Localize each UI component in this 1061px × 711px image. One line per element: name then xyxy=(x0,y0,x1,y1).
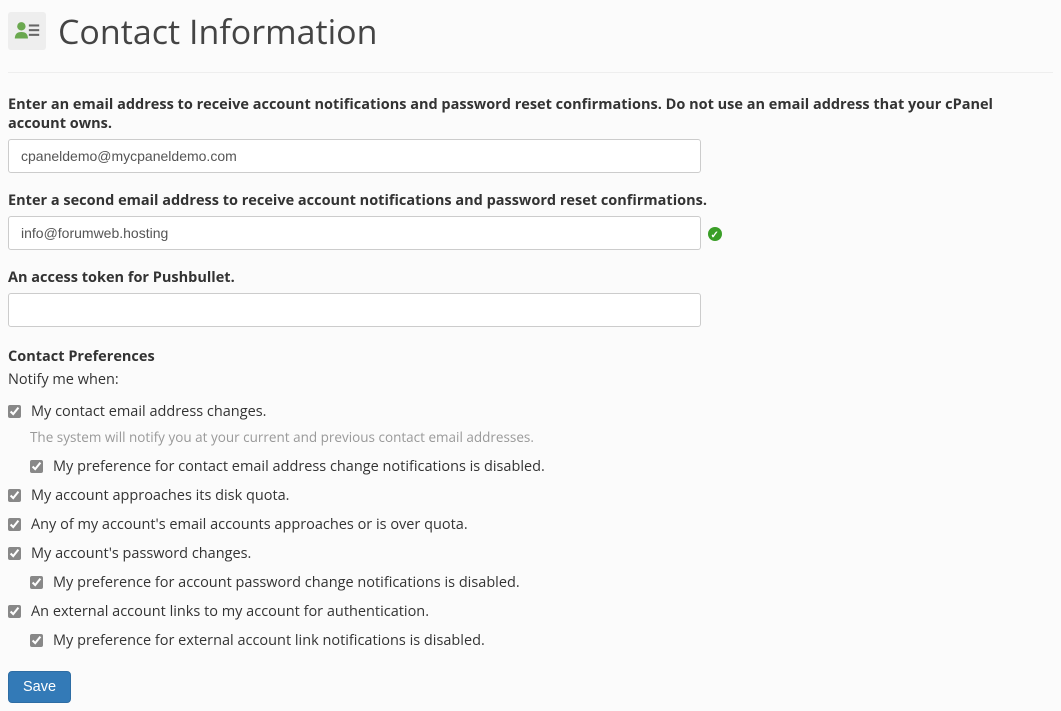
pref-item: My account's password changes. xyxy=(8,539,1053,568)
pref-label: Any of my account's email accounts appro… xyxy=(31,515,468,534)
pref-subitem: My preference for external account link … xyxy=(8,626,1053,655)
pref-item: Any of my account's email accounts appro… xyxy=(8,510,1053,539)
contact-icon xyxy=(8,12,46,50)
preferences-list: My contact email address changes. The sys… xyxy=(8,397,1053,655)
pref-checkbox[interactable] xyxy=(8,547,21,560)
pref-label: My account's password changes. xyxy=(31,544,251,563)
email1-label: Enter an email address to receive accoun… xyxy=(8,95,1053,133)
save-button[interactable]: Save xyxy=(8,671,71,703)
pref-checkbox[interactable] xyxy=(8,489,21,502)
pref-checkbox[interactable] xyxy=(8,605,21,618)
pref-item: An external account links to my account … xyxy=(8,597,1053,626)
pref-label: An external account links to my account … xyxy=(31,602,429,621)
pref-checkbox[interactable] xyxy=(8,405,21,418)
email1-group: Enter an email address to receive accoun… xyxy=(8,95,1053,173)
valid-check-icon xyxy=(708,227,722,241)
pref-sub-checkbox[interactable] xyxy=(30,576,43,589)
pushbullet-label: An access token for Pushbullet. xyxy=(8,268,1053,287)
page-title: Contact Information xyxy=(58,8,377,54)
pref-sub-checkbox[interactable] xyxy=(30,460,43,473)
email2-input[interactable] xyxy=(8,216,701,250)
pref-sub-checkbox[interactable] xyxy=(30,634,43,647)
pref-sub-label: My preference for contact email address … xyxy=(53,457,545,476)
email2-label: Enter a second email address to receive … xyxy=(8,191,1053,210)
pref-helper-text: The system will notify you at your curre… xyxy=(30,428,1053,446)
pushbullet-input[interactable] xyxy=(8,293,701,327)
pref-sub-label: My preference for external account link … xyxy=(53,631,485,650)
pref-label: My contact email address changes. xyxy=(31,402,266,421)
pref-label: My account approaches its disk quota. xyxy=(31,486,289,505)
preferences-heading: Contact Preferences xyxy=(8,347,1053,366)
pref-subitem: My preference for account password chang… xyxy=(8,568,1053,597)
email1-input[interactable] xyxy=(8,139,701,173)
preferences-subheading: Notify me when: xyxy=(8,370,1053,389)
pref-sub-label: My preference for account password chang… xyxy=(53,573,520,592)
pref-item: My contact email address changes. xyxy=(8,397,1053,426)
pref-subitem: My preference for contact email address … xyxy=(8,452,1053,481)
pref-item: My account approaches its disk quota. xyxy=(8,481,1053,510)
email2-group: Enter a second email address to receive … xyxy=(8,191,1053,250)
pref-checkbox[interactable] xyxy=(8,518,21,531)
page-header: Contact Information xyxy=(8,8,1053,73)
pushbullet-group: An access token for Pushbullet. xyxy=(8,268,1053,327)
